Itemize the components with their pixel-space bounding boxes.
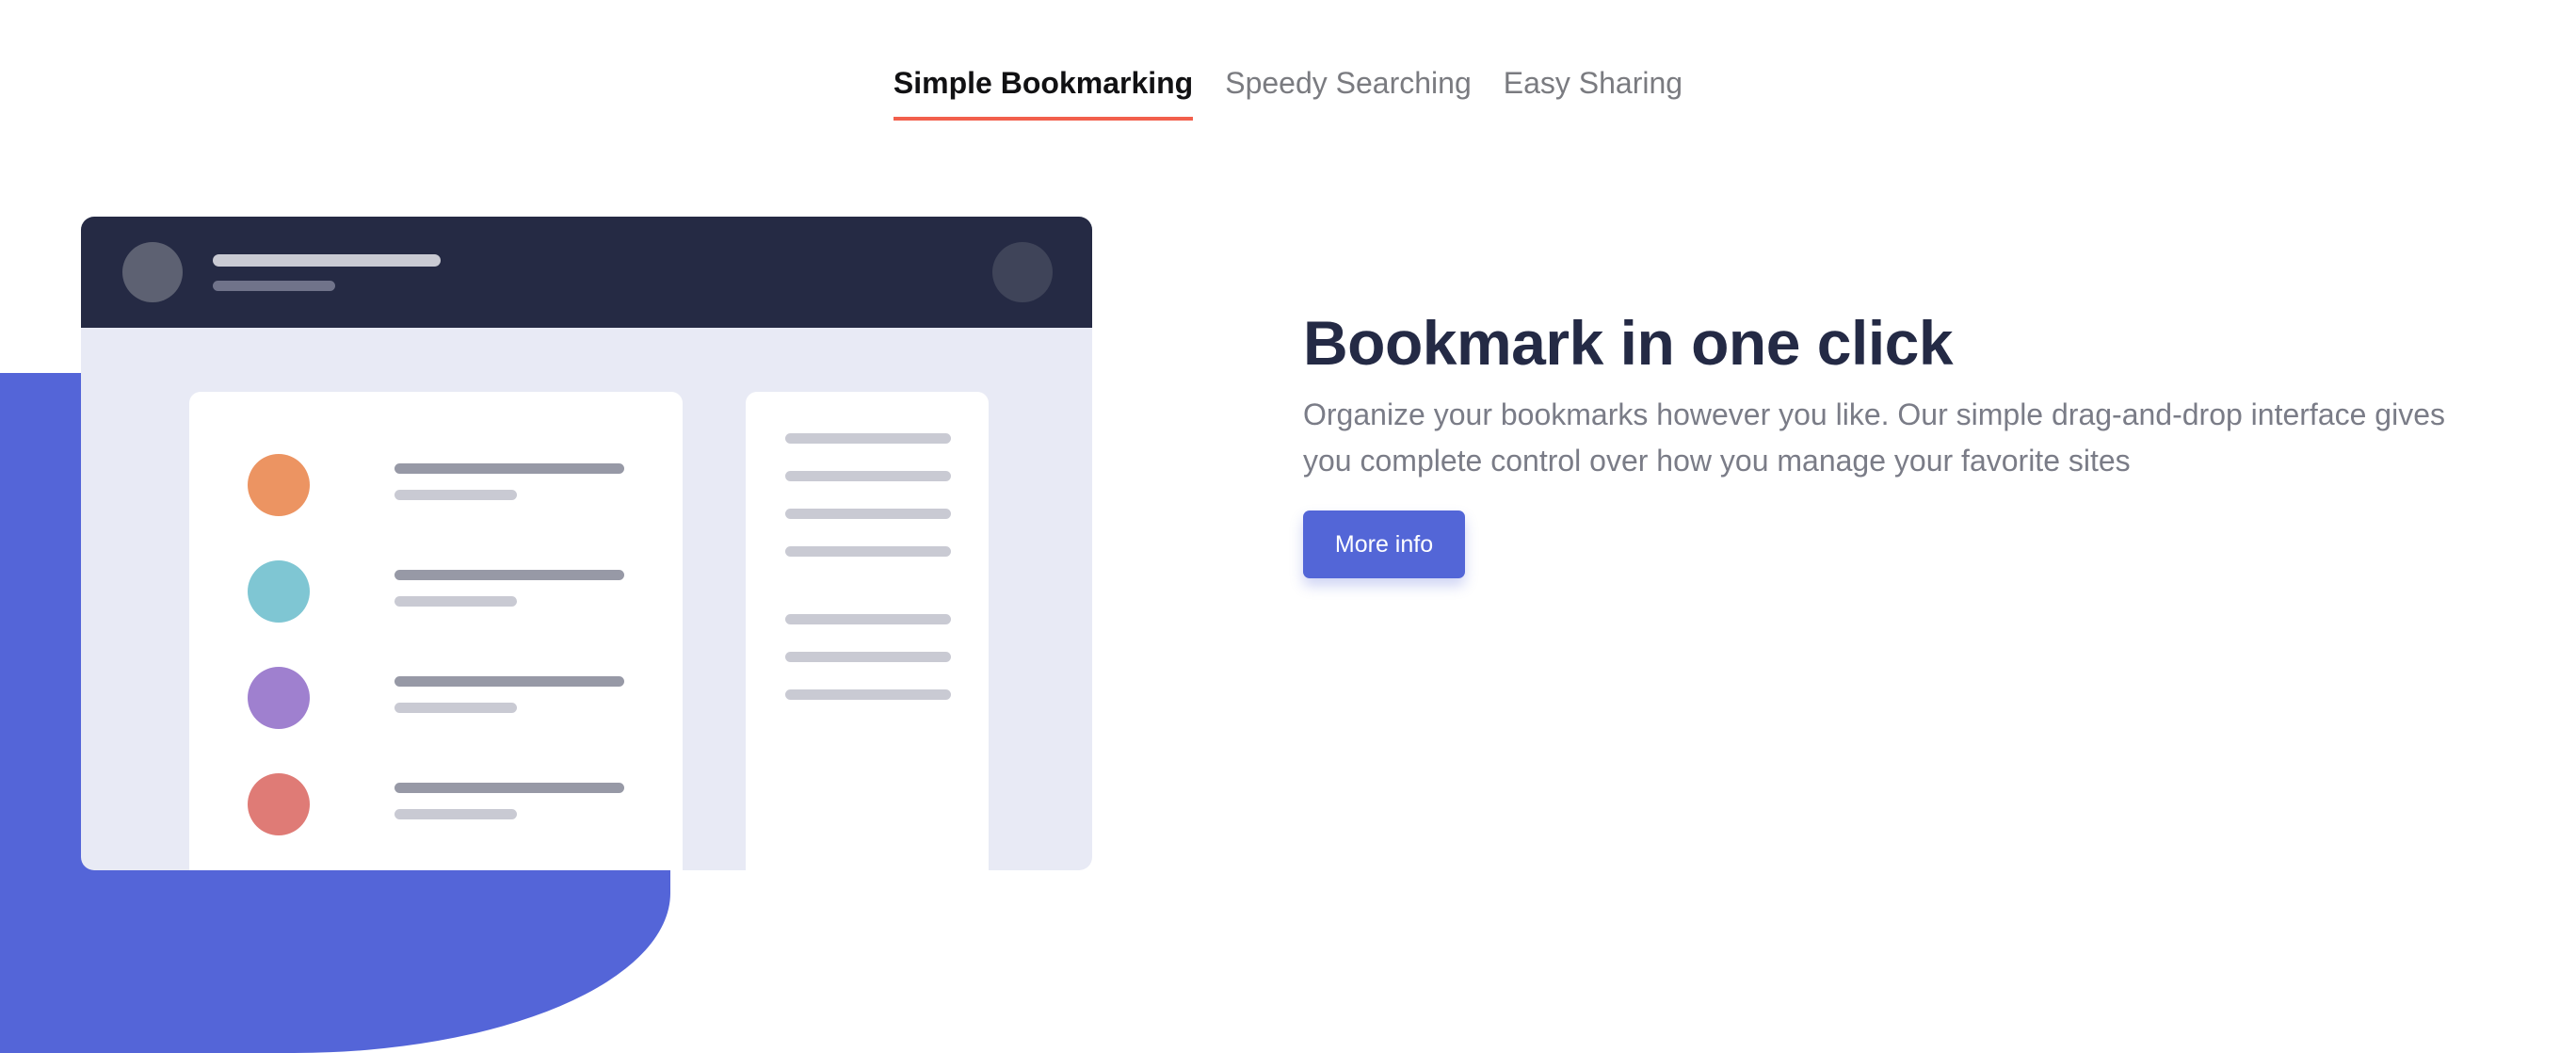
bookmark-title-placeholder bbox=[394, 463, 624, 474]
subtitle-placeholder-line bbox=[213, 281, 335, 291]
bookmark-url-placeholder bbox=[394, 596, 517, 607]
menu-circle-placeholder bbox=[992, 242, 1053, 302]
folder-sidebar-card bbox=[746, 392, 989, 870]
feature-title: Bookmark in one click bbox=[1303, 308, 1954, 378]
tab-easy-sharing[interactable]: Easy Sharing bbox=[1504, 58, 1682, 121]
folder-placeholder-line bbox=[785, 689, 951, 700]
bookmark-list-card bbox=[189, 392, 683, 870]
bookmark-url-placeholder bbox=[394, 809, 517, 819]
folder-placeholder-line bbox=[785, 509, 951, 519]
bookmark-dot-icon bbox=[248, 560, 310, 623]
title-placeholder-line bbox=[213, 254, 441, 267]
browser-header-bar bbox=[81, 217, 1092, 328]
bookmark-title-placeholder bbox=[394, 676, 624, 687]
features-section: Simple Bookmarking Speedy Searching Easy… bbox=[0, 0, 2576, 1053]
bookmark-url-placeholder bbox=[394, 703, 517, 713]
bookmark-title-placeholder bbox=[394, 570, 624, 580]
bookmark-dot-icon bbox=[248, 454, 310, 516]
folder-placeholder-line bbox=[785, 433, 951, 444]
bookmark-row bbox=[248, 454, 643, 516]
bookmark-row bbox=[248, 773, 643, 835]
tab-speedy-searching[interactable]: Speedy Searching bbox=[1225, 58, 1472, 121]
folder-placeholder-line bbox=[785, 546, 951, 557]
bookmark-dot-icon bbox=[248, 667, 310, 729]
feature-content: Bookmark in one click Organize your book… bbox=[1303, 305, 2489, 578]
tab-simple-bookmarking[interactable]: Simple Bookmarking bbox=[893, 58, 1194, 121]
bookmark-row bbox=[248, 560, 643, 623]
avatar-placeholder bbox=[122, 242, 183, 302]
bookmark-dot-icon bbox=[248, 773, 310, 835]
browser-illustration bbox=[81, 217, 1092, 870]
folder-placeholder-line bbox=[785, 471, 951, 481]
bookmark-title-placeholder bbox=[394, 783, 624, 793]
bookmark-url-placeholder bbox=[394, 490, 517, 500]
bookmark-row bbox=[248, 667, 643, 729]
folder-placeholder-line bbox=[785, 614, 951, 624]
folder-placeholder-line bbox=[785, 652, 951, 662]
feature-description: Organize your bookmarks however you like… bbox=[1303, 397, 2445, 478]
feature-tabs: Simple Bookmarking Speedy Searching Easy… bbox=[0, 58, 2576, 121]
more-info-button[interactable]: More info bbox=[1303, 510, 1465, 578]
